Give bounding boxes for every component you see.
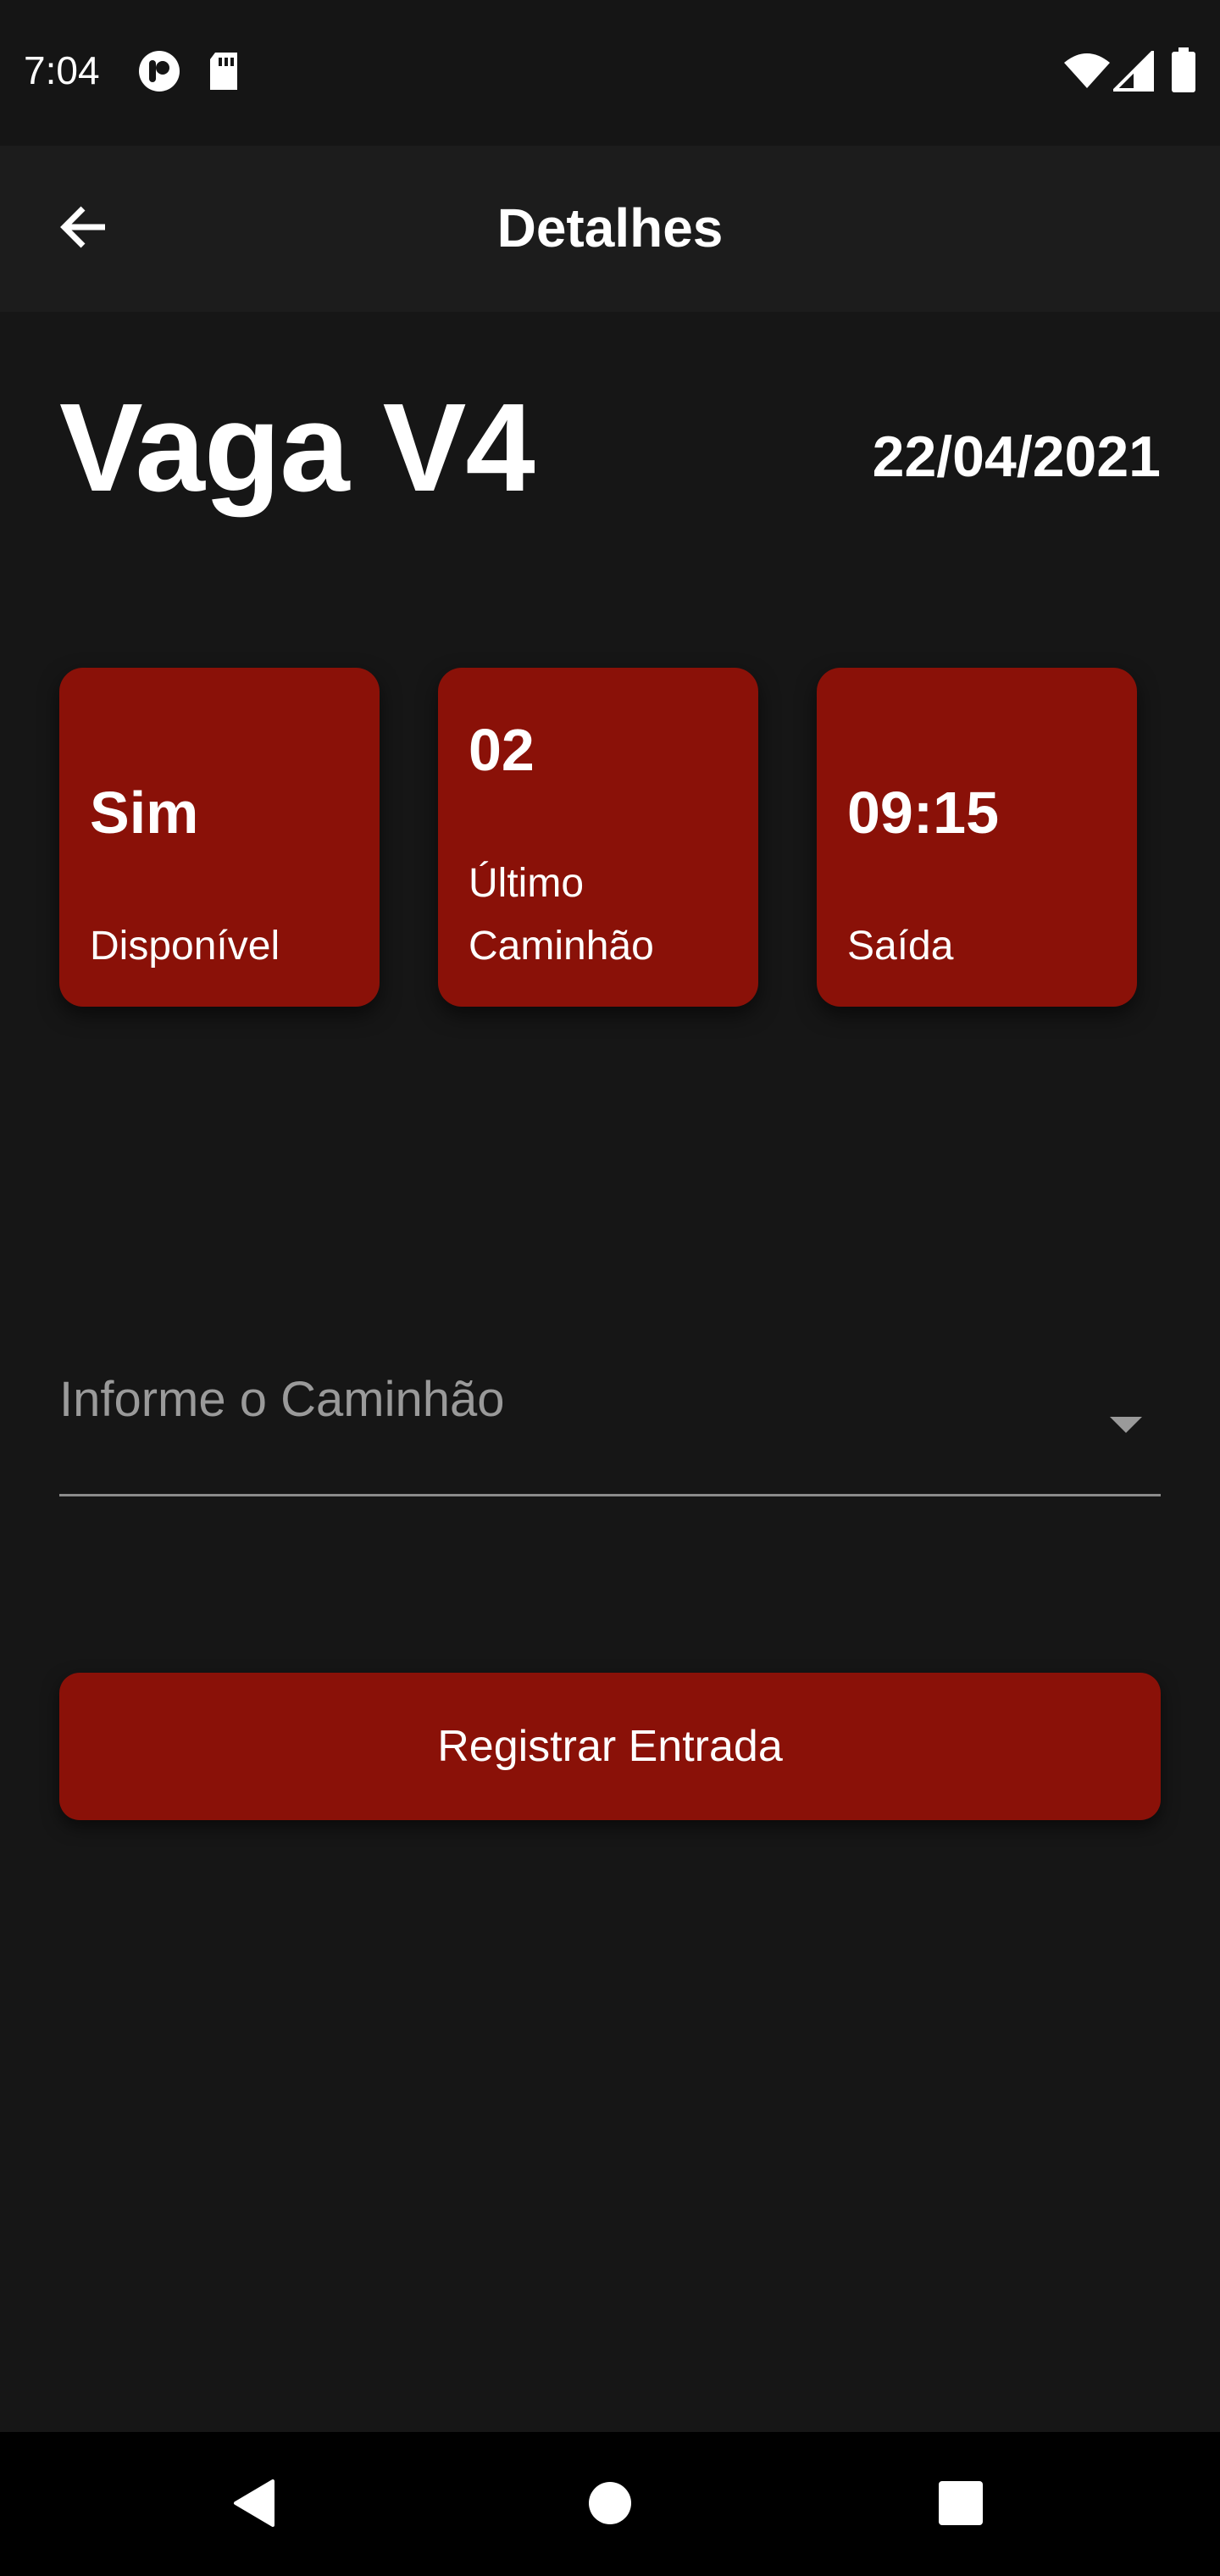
card-value: 09:15 xyxy=(847,780,1000,846)
page-title: Vaga V4 xyxy=(59,378,535,518)
battery-icon xyxy=(1171,47,1196,97)
wifi-icon xyxy=(1062,53,1112,94)
app-notification-icon xyxy=(137,49,181,97)
app-title: Detalhes xyxy=(496,197,724,258)
recents-square-icon xyxy=(938,2480,984,2530)
status-time: 7:04 xyxy=(24,48,100,92)
status-bar: 7:04 xyxy=(0,0,1220,146)
home-circle-icon xyxy=(587,2480,633,2530)
nav-home-button[interactable] xyxy=(569,2464,651,2545)
registrar-entrada-button[interactable]: Registrar Entrada xyxy=(59,1673,1161,1820)
app-bar: Detalhes xyxy=(0,146,1220,312)
info-card-disponivel: Sim Disponível xyxy=(59,668,380,1007)
sd-card-icon xyxy=(207,49,241,97)
card-label: Último Caminhão xyxy=(469,861,654,969)
info-card-saida: 09:15 Saída xyxy=(817,668,1137,1007)
nav-back-button[interactable] xyxy=(214,2464,295,2545)
card-label: Saída xyxy=(847,924,954,969)
cell-signal-icon xyxy=(1111,48,1154,96)
info-card-ultimo-caminhao: 02 Último Caminhão xyxy=(438,668,758,1007)
dropdown-placeholder: Informe o Caminhão xyxy=(59,1372,505,1427)
caret-down-icon xyxy=(1110,1417,1142,1433)
caminhao-dropdown[interactable]: Informe o Caminhão xyxy=(59,1347,1161,1496)
page-date: 22/04/2021 xyxy=(872,425,1161,489)
card-value: 02 xyxy=(469,717,535,783)
card-value: Sim xyxy=(90,780,199,846)
nav-recents-button[interactable] xyxy=(920,2464,1001,2545)
back-triangle-icon xyxy=(230,2478,278,2533)
system-nav-bar xyxy=(0,2432,1220,2576)
card-label: Disponível xyxy=(90,924,280,969)
